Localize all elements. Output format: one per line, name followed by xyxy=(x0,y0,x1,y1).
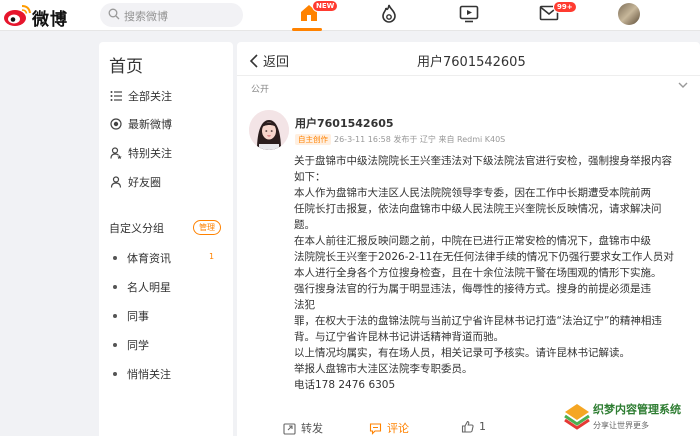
comment-button[interactable]: 评论 xyxy=(369,420,409,436)
group-label: 体育资讯 xyxy=(127,252,171,265)
group-item-sports[interactable]: 体育资讯 xyxy=(113,250,171,266)
site-watermark: 织梦内容管理系统 分享让世界更多 xyxy=(563,398,700,436)
repost-icon xyxy=(283,422,296,435)
sidebar-item-label: 好友圈 xyxy=(128,176,161,189)
sidebar-item-label: 全部关注 xyxy=(128,90,172,103)
nav-active-indicator xyxy=(292,28,322,31)
user-avatar[interactable] xyxy=(618,3,640,25)
left-sidebar: 首页 全部关注 最新微博 特别关注 好友圈 自定义分组 管理 体育资讯 1 名人… xyxy=(99,42,233,436)
nav-hot[interactable] xyxy=(380,4,398,28)
back-label: 返回 xyxy=(263,55,290,70)
visibility-label: 公开 xyxy=(251,85,270,95)
like-button[interactable]: 1 xyxy=(461,420,486,433)
post-line: 任院长打击报复，依法向盘锦市中级人民法院王兴奎院长反映情况，请求解决问 xyxy=(294,203,662,215)
sidebar-item-all-follows[interactable]: 全部关注 xyxy=(109,86,172,106)
user-icon xyxy=(110,176,122,188)
nav-messages[interactable]: 99+ xyxy=(539,1,577,25)
weibo-logo-icon xyxy=(4,5,31,26)
weibo-logo[interactable]: 微博 xyxy=(0,0,86,31)
back-button[interactable]: 返回 xyxy=(249,51,289,70)
post-line: 法院院长王兴奎于2026-2-11在无任何法律手续的情况下仍强行要求女工作人员对 xyxy=(294,251,674,263)
top-bar: 微博 搜索微博 NEW 99+ xyxy=(0,0,700,31)
chevron-left-icon xyxy=(249,53,258,68)
bullet-icon xyxy=(113,256,117,260)
post-body: 关于盘锦市中级法院院长王兴奎违法对下级法院法官进行安检，强制搜身举报内容 如下：… xyxy=(294,153,690,393)
group-count: 1 xyxy=(209,252,215,261)
group-item-colleagues[interactable]: 同事 xyxy=(113,308,149,324)
bullet-icon xyxy=(113,285,117,289)
logo-text: 微博 xyxy=(32,10,68,30)
list-icon xyxy=(110,91,122,101)
post-line: 举报人盘锦市大洼区法院李专职委员。 xyxy=(294,363,473,375)
post-line: 本人进行全身各个方位搜身检查，且在十余位法院干警在场围观的情形下实施。 xyxy=(294,267,662,279)
original-tag: 自主创作 xyxy=(295,134,331,145)
group-item-classmates[interactable]: 同学 xyxy=(113,337,149,353)
thumbs-up-icon xyxy=(461,420,474,433)
custom-groups-title: 自定义分组 xyxy=(109,222,164,235)
nav-video[interactable] xyxy=(459,5,479,27)
sidebar-item-label: 最新微博 xyxy=(128,118,172,131)
post-line: 题。 xyxy=(294,219,315,231)
group-item-secret[interactable]: 悄悄关注 xyxy=(113,366,171,382)
post-author-name[interactable]: 用户7601542605 xyxy=(295,115,394,131)
sidebar-item-special[interactable]: 特别关注 xyxy=(109,143,172,163)
home-new-badge: NEW xyxy=(312,0,339,12)
comment-icon xyxy=(369,422,382,435)
sidebar-item-latest[interactable]: 最新微博 xyxy=(109,114,172,134)
watermark-subtitle: 分享让世界更多 xyxy=(593,421,649,430)
group-label: 同事 xyxy=(127,310,149,323)
watermark-logo-icon xyxy=(564,404,590,430)
fire-icon xyxy=(382,4,396,23)
post-line: 强行搜身法官的行为属于明显违法，侮辱性的接待方式。搜身的前提必须是违 xyxy=(294,283,651,295)
search-input[interactable]: 搜索微博 xyxy=(100,3,243,27)
post-line: 本人作为盘锦市大洼区人民法院院领导李专委，因在工作中长期遭受本院前两 xyxy=(294,187,651,199)
post-meta: 自主创作 26-3-11 16:58 发布于 辽宁 来自 Redmi K40S xyxy=(295,134,505,145)
bullet-icon xyxy=(113,343,117,347)
comment-label: 评论 xyxy=(387,422,409,435)
target-icon xyxy=(110,118,122,130)
group-label: 名人明星 xyxy=(127,281,171,294)
group-item-celebrities[interactable]: 名人明星 xyxy=(113,279,171,295)
post-meta-text: 26-3-11 16:58 发布于 辽宁 来自 Redmi K40S xyxy=(334,135,506,144)
main-panel: 返回 用户7601542605 公开 用户7601542605 自主创作 26-… xyxy=(237,42,700,436)
sidebar-item-friends[interactable]: 好友圈 xyxy=(109,172,161,192)
page-title: 用户7601542605 xyxy=(417,55,526,70)
post-author-avatar[interactable] xyxy=(249,110,289,150)
post-line: 罪，在权大于法的盘锦法院与当前辽宁省许昆林书记打造“法治辽宁”的精神相违 xyxy=(294,315,662,327)
chevron-down-icon[interactable] xyxy=(677,79,689,91)
post-line: 法犯 xyxy=(294,299,315,311)
messages-count-badge: 99+ xyxy=(553,1,577,13)
post-line: 在本人前往汇报反映问题之前，中院在已进行正常安检的情况下，盘锦市中级 xyxy=(294,235,651,247)
user-star-icon xyxy=(110,147,122,159)
repost-label: 转发 xyxy=(301,422,323,435)
header-divider xyxy=(237,75,700,76)
avatar-image xyxy=(249,110,289,150)
sidebar-item-label: 特别关注 xyxy=(128,147,172,160)
post-line: 电话178 2476 6305 xyxy=(294,379,396,391)
search-placeholder: 搜索微博 xyxy=(124,10,168,23)
post-line: 背。与辽宁省许昆林书记讲话精神背道而驰。 xyxy=(294,331,504,343)
group-label: 悄悄关注 xyxy=(127,368,171,381)
sidebar-title: 首页 xyxy=(109,57,143,77)
post-line: 如下： xyxy=(294,171,326,183)
video-icon xyxy=(459,5,479,23)
post-line: 以上情况均属实，有在场人员，相关记录可予核实。请许昆林书记解读。 xyxy=(294,347,630,359)
bullet-icon xyxy=(113,314,117,318)
search-icon xyxy=(108,8,120,20)
nav-home[interactable]: NEW xyxy=(299,0,339,27)
bullet-icon xyxy=(113,372,117,376)
like-count: 1 xyxy=(479,420,486,433)
watermark-title: 织梦内容管理系统 xyxy=(593,403,681,416)
repost-button[interactable]: 转发 xyxy=(283,420,323,436)
post-line: 关于盘锦市中级法院院长王兴奎违法对下级法院法官进行安检，强制搜身举报内容 xyxy=(294,155,672,167)
manage-groups-button[interactable]: 管理 xyxy=(193,220,221,235)
group-label: 同学 xyxy=(127,339,149,352)
